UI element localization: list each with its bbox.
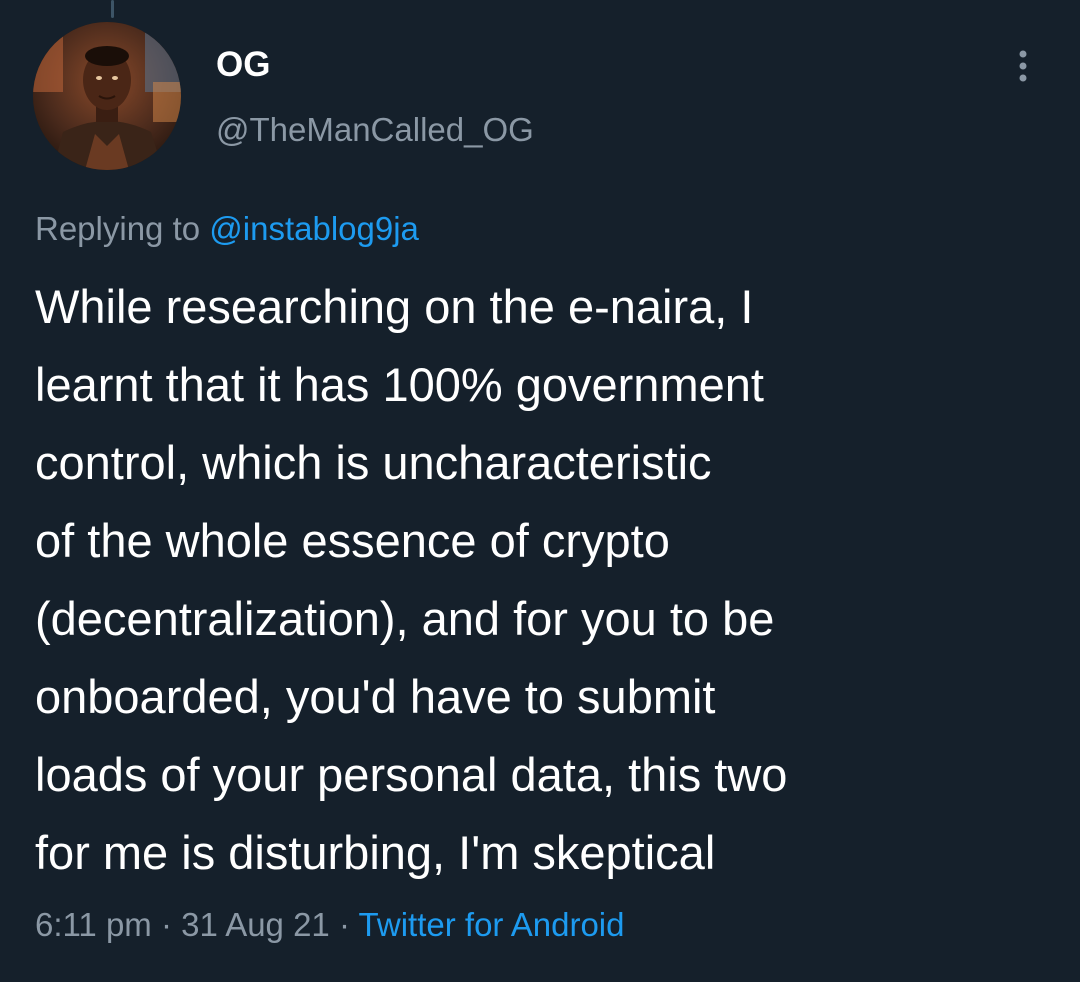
tweet-text-line: onboarded, you'd have to submit bbox=[35, 670, 716, 723]
replying-to-mention-link[interactable]: @instablog9ja bbox=[209, 210, 419, 247]
tweet-metadata: 6:11 pm · 31 Aug 21 · Twitter for Androi… bbox=[35, 902, 625, 948]
meta-separator: · bbox=[338, 906, 350, 943]
tweet-text-line: control, which is uncharacteristic bbox=[35, 436, 712, 489]
tweet-text-line: for me is disturbing, I'm skeptical bbox=[35, 826, 716, 879]
author-display-name[interactable]: OG bbox=[216, 42, 270, 88]
more-options-button[interactable] bbox=[1008, 44, 1038, 88]
tweet-text-line: of the whole essence of crypto bbox=[35, 514, 670, 567]
author-handle[interactable]: @TheManCalled_OG bbox=[216, 108, 534, 152]
tweet-source-link[interactable]: Twitter for Android bbox=[359, 906, 625, 943]
tweet-text-line: While researching on the e-naira, I bbox=[35, 280, 754, 333]
tweet-text-line: loads of your personal data, this two bbox=[35, 748, 788, 801]
replying-to-label: Replying to bbox=[35, 210, 201, 247]
avatar[interactable] bbox=[33, 22, 181, 170]
replying-to: Replying to @instablog9ja bbox=[35, 206, 419, 252]
avatar-image bbox=[33, 22, 181, 170]
tweet-text-line: learnt that it has 100% government bbox=[35, 358, 764, 411]
tweet-text: While researching on the e-naira, I lear… bbox=[35, 268, 1055, 892]
meta-separator: · bbox=[160, 906, 172, 943]
tweet-date[interactable]: 31 Aug 21 bbox=[181, 906, 330, 943]
tweet-time[interactable]: 6:11 pm bbox=[35, 906, 152, 943]
more-vertical-icon bbox=[1019, 50, 1027, 82]
tweet-text-line: (decentralization), and for you to be bbox=[35, 592, 775, 645]
thread-connector-line bbox=[111, 0, 114, 18]
